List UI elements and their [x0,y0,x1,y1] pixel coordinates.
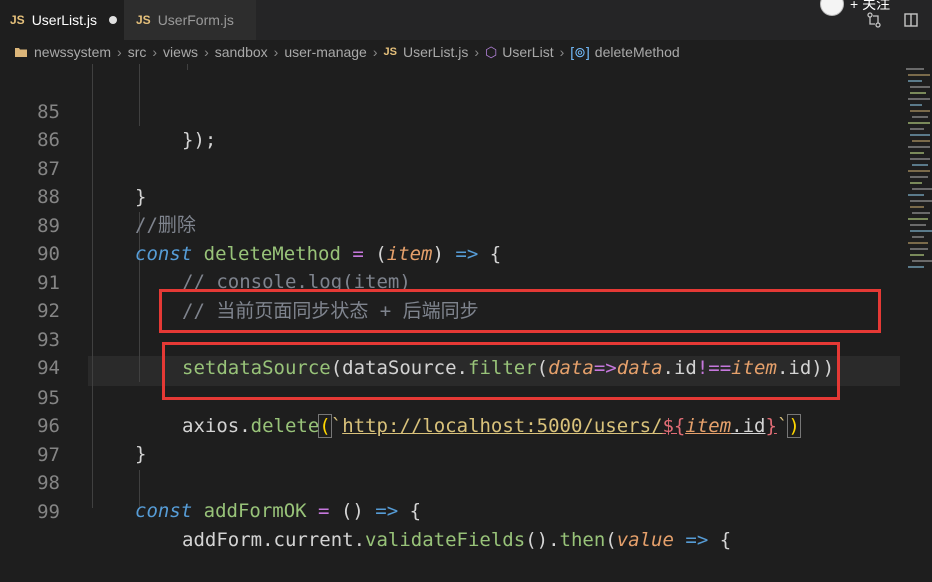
breadcrumb-item-file[interactable]: JS UserList.js [384,44,469,60]
line-number: 99 [37,501,60,523]
breadcrumb-item-sandbox[interactable]: sandbox [215,44,268,60]
highlight-box-filter-line [159,289,881,333]
js-file-icon: JS [383,46,397,58]
unsaved-dot-icon[interactable] [109,16,118,24]
breadcrumb-item-newssystem[interactable]: newssystem [34,44,111,60]
chevron-right-icon: › [559,44,565,60]
breadcrumb-item-src[interactable]: src [128,44,147,60]
breadcrumb-item-component[interactable]: ⬡ UserList [485,44,554,61]
tab-userform[interactable]: JS UserForm.js [124,0,256,40]
chevron-right-icon: › [273,44,279,60]
tab-userlist[interactable]: JS UserList.js [0,0,124,40]
breadcrumb-item-user-manage[interactable]: user-manage [284,44,367,60]
code-line: 89 const deleteMethod = (item) => { [0,184,932,265]
code-line: 87 } [0,127,932,208]
code-line: 90 // console.log(item) [0,212,932,293]
chevron-right-icon: › [474,44,480,60]
code-line: 98 const addFormOK = () => { [0,441,932,522]
code-line: 97 [0,413,932,466]
code-editor[interactable]: 85 }); 86 87 } 88 //删除 89 const deleteMe… [0,64,932,551]
breadcrumb-item-method[interactable]: [⊚] deleteMethod [570,44,679,61]
tab-label: UserList.js [31,12,98,28]
code-line: 85 }); [0,70,932,151]
cube-icon: ⬡ [485,43,498,60]
js-file-icon: JS [136,13,151,27]
breadcrumb-item-views[interactable]: views [163,44,198,60]
split-editor-icon[interactable] [904,13,918,27]
tab-bar: JS UserList.js JS UserForm.js + 关注 [0,0,932,40]
compare-changes-icon[interactable] [866,12,882,28]
minimap[interactable] [902,64,932,274]
breadcrumb: newssystem › src › views › sandbox › use… [0,40,932,64]
editor-actions: + 关注 [820,0,932,40]
chevron-right-icon: › [152,44,158,60]
code-line: 91 // 当前页面同步状态 + 后端同步 [0,241,932,322]
chevron-right-icon: › [204,44,209,60]
avatar [820,0,844,16]
folder-icon [15,48,27,57]
code-line: 88 //删除 [0,155,932,236]
chevron-right-icon: › [372,44,378,60]
js-file-icon: JS [10,13,25,27]
tab-label: UserForm.js [157,12,234,28]
chevron-right-icon: › [117,44,122,60]
code-line: 86 [0,98,932,151]
code-line: 99 addForm.current.validateFields().then… [0,470,932,551]
method-icon: [⊚] [570,43,590,60]
highlight-box-delete-line [162,342,840,400]
